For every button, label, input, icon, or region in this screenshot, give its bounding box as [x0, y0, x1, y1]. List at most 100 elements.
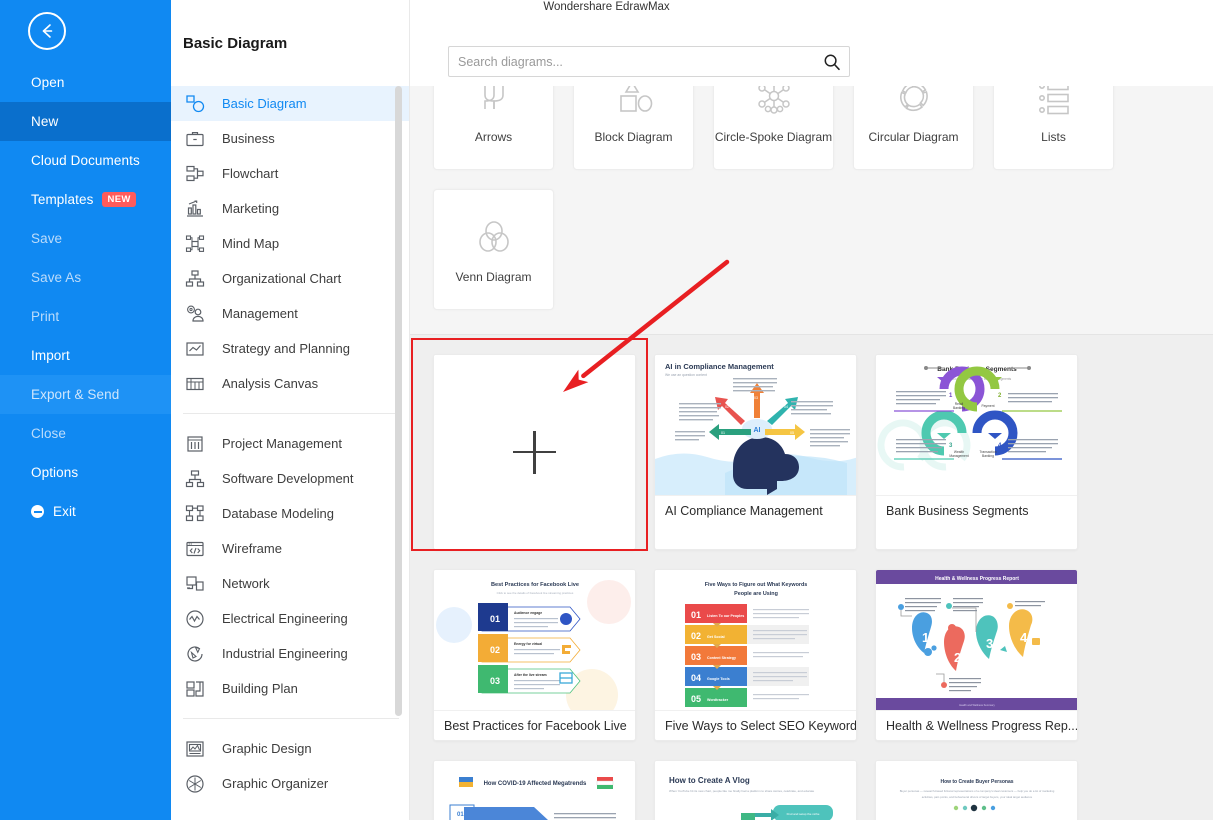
sidebar-item-label: Basic Diagram — [222, 96, 307, 111]
sidebar-scrollbar[interactable] — [395, 86, 402, 716]
sidebar-item-label: Management — [222, 306, 298, 321]
database-model-icon — [183, 502, 207, 526]
edrawmax-window: Wondershare EdrawMax Open New Cloud Docume… — [0, 0, 1213, 820]
industrial-icon — [183, 642, 207, 666]
sidebar-item-strategy-and-planning[interactable]: Strategy and Planning — [171, 331, 409, 366]
bar-chart-icon — [183, 197, 207, 221]
template-name: AI Compliance Management — [655, 495, 856, 525]
sidebar-item-building-plan[interactable]: Building Plan — [171, 671, 409, 706]
template-card[interactable]: How to Create Buyer Personas Buyer perso… — [875, 760, 1078, 820]
svg-text:03: 03 — [754, 396, 758, 400]
template-row: AI in Compliance Management We use an qu… — [433, 354, 1213, 550]
sidebar-item-basic-diagram[interactable]: Basic Diagram — [171, 86, 409, 121]
sidebar-item-software-development[interactable]: Software Development — [171, 461, 409, 496]
backstage-item-label: Save As — [31, 270, 82, 285]
graphic-design-icon — [183, 737, 207, 761]
sidebar-item-label: Marketing — [222, 201, 280, 216]
sidebar-item-label: Organizational Chart — [222, 271, 342, 286]
backstage-item-label: Export & Send — [31, 387, 120, 402]
sidebar-item-electrical-engineering[interactable]: Electrical Engineering — [171, 601, 409, 636]
back-arrow-icon[interactable] — [28, 12, 66, 50]
templates-grid: AI in Compliance Management We use an qu… — [410, 335, 1213, 820]
search-box[interactable] — [448, 46, 850, 77]
sidebar-item-industrial-engineering[interactable]: Industrial Engineering — [171, 636, 409, 671]
template-card[interactable]: Health & Wellness Progress Report Health… — [875, 569, 1078, 741]
backstage-item-new[interactable]: New — [0, 102, 171, 141]
backstage-item-export-send[interactable]: Export & Send — [0, 375, 171, 414]
template-card[interactable]: How to Create A Vlog When YouTube hit it… — [654, 760, 857, 820]
sidebar-item-database-modeling[interactable]: Database Modeling — [171, 496, 409, 531]
sidebar-item-wireframe[interactable]: Wireframe — [171, 531, 409, 566]
sidebar-item-label: Electrical Engineering — [222, 611, 348, 626]
svg-text:01: 01 — [490, 614, 500, 624]
backstage-item-label: Options — [31, 465, 79, 480]
sidebar-item-project-management[interactable]: Project Management — [171, 426, 409, 461]
category-sidebar: Basic Diagram Basic Diagram Business Flowc… — [171, 0, 410, 820]
svg-text:Listen To our Peoples: Listen To our Peoples — [707, 614, 744, 618]
template-name: Health & Wellness Progress Rep... — [876, 710, 1077, 740]
arrows-icon — [472, 86, 516, 124]
svg-text:Audience engage: Audience engage — [514, 611, 542, 615]
backstage-item-templates[interactable]: Templates NEW — [0, 180, 171, 219]
svg-text:Get Social: Get Social — [707, 635, 725, 639]
backstage-item-options[interactable]: Options — [0, 453, 171, 492]
circular-diagram-icon — [892, 86, 936, 124]
backstage-item-import[interactable]: Import — [0, 336, 171, 375]
template-card[interactable]: Bank Business Segments Key sub-units var… — [875, 354, 1078, 550]
backstage-item-save-as[interactable]: Save As — [0, 258, 171, 297]
category-separator — [183, 413, 399, 414]
backstage-item-open[interactable]: Open — [0, 63, 171, 102]
svg-text:Best Practices for Facebook Li: Best Practices for Facebook Live — [491, 582, 579, 588]
sidebar-item-network[interactable]: Network — [171, 566, 409, 601]
sidebar-item-organizational-chart[interactable]: Organizational Chart — [171, 261, 409, 296]
category-list: Basic Diagram Business Flowchart Marketing M… — [171, 86, 409, 820]
backstage-item-close[interactable]: Close — [0, 414, 171, 453]
backstage-item-cloud-documents[interactable]: Cloud Documents — [0, 141, 171, 180]
template-card[interactable]: Best Practices for Facebook Live Click t… — [433, 569, 636, 741]
backstage-item-save[interactable]: Save — [0, 219, 171, 258]
svg-text:We use an question content: We use an question content — [665, 373, 707, 377]
sidebar-item-label: Graphic Design — [222, 741, 312, 756]
sidebar-item-management[interactable]: Management — [171, 296, 409, 331]
template-thumbnail: AI in Compliance Management We use an qu… — [655, 355, 856, 495]
category-separator — [183, 718, 399, 719]
sidebar-item-marketing[interactable]: Marketing — [171, 191, 409, 226]
template-thumbnail: Best Practices for Facebook Live Click t… — [434, 570, 635, 710]
sidebar-item-label: Database Modeling — [222, 506, 335, 521]
diagram-type-card-lists[interactable]: Lists — [993, 86, 1114, 170]
svg-text:1: 1 — [922, 630, 929, 645]
backstage-item-label: Close — [31, 426, 67, 441]
sidebar-item-mind-map[interactable]: Mind Map — [171, 226, 409, 261]
sidebar-item-business[interactable]: Business — [171, 121, 409, 156]
diagram-type-label: Lists — [1041, 130, 1066, 144]
svg-text:When YouTube hit its new chart: When YouTube hit its new chart, people l… — [669, 789, 814, 793]
diagram-type-card-block-diagram[interactable]: Block Diagram — [573, 86, 694, 170]
backstage-item-exit[interactable]: Exit — [0, 492, 171, 531]
sidebar-item-flowchart[interactable]: Flowchart — [171, 156, 409, 191]
search-input[interactable] — [449, 47, 815, 76]
svg-text:3: 3 — [986, 636, 993, 651]
sidebar-item-analysis-canvas[interactable]: Analysis Canvas — [171, 366, 409, 401]
svg-text:Health & Wellness Progress Rep: Health & Wellness Progress Report — [935, 576, 1019, 582]
diagram-type-label: Block Diagram — [594, 130, 673, 144]
search-icon[interactable] — [815, 47, 849, 76]
template-card[interactable]: AI in Compliance Management We use an qu… — [654, 354, 857, 550]
diagram-type-card-venn-diagram[interactable]: Venn Diagram — [433, 189, 554, 310]
diagram-types-strip: Arrows Block Diagram Circle-Spoke Diagram C… — [410, 86, 1213, 334]
backstage-item-print[interactable]: Print — [0, 297, 171, 336]
svg-text:Payment: Payment — [981, 404, 994, 408]
page-title: Basic Diagram — [183, 34, 288, 52]
sidebar-item-graphic-design[interactable]: Graphic Design — [171, 731, 409, 766]
sidebar-item-label: Analysis Canvas — [222, 376, 319, 391]
sidebar-item-label: Flowchart — [222, 166, 279, 181]
template-card[interactable]: How COVID-19 Affected Megatrends 01 Opti… — [433, 760, 636, 820]
diagram-type-card-circular-diagram[interactable]: Circular Diagram — [853, 86, 974, 170]
blank-template-card[interactable] — [433, 354, 636, 550]
sidebar-item-graphic-organizer[interactable]: Graphic Organizer — [171, 766, 409, 801]
diagram-type-card-arrows[interactable]: Arrows — [433, 86, 554, 170]
diagram-type-card-circle-spoke-diagram[interactable]: Circle-Spoke Diagram — [713, 86, 834, 170]
svg-text:Five Ways to Figure out What K: Five Ways to Figure out What Keywords — [705, 582, 808, 588]
template-card[interactable]: Five Ways to Figure out What Keywords Pe… — [654, 569, 857, 741]
search-zone — [410, 0, 1213, 86]
graphic-organizer-icon — [183, 772, 207, 796]
